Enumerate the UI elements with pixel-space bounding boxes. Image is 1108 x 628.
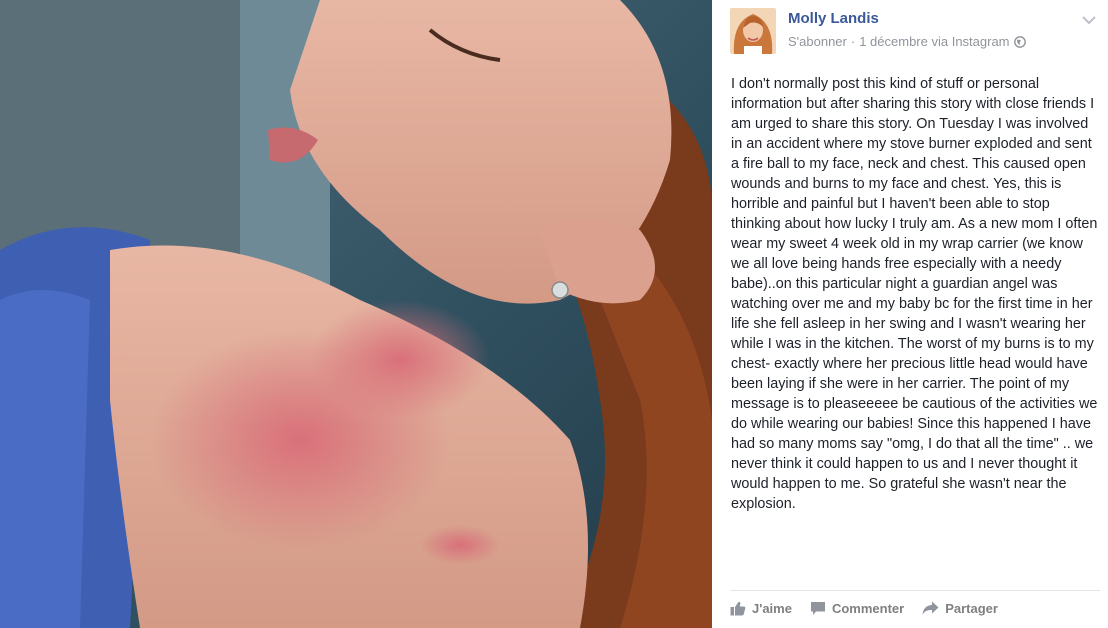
comment-label: Commenter	[831, 600, 905, 616]
post-text: I don't normally post this kind of stuff…	[731, 76, 1098, 512]
post-photo[interactable]	[0, 0, 712, 628]
post-timestamp[interactable]: 1 décembre via Instagram	[859, 34, 1009, 49]
like-button[interactable]: J'aime	[730, 601, 792, 616]
chevron-down-icon[interactable]	[1082, 12, 1096, 30]
like-label: J'aime	[752, 600, 792, 616]
meta-separator: ·	[850, 34, 856, 49]
share-arrow-icon	[922, 601, 939, 615]
divider	[730, 590, 1100, 591]
globe-icon	[1013, 36, 1026, 51]
thumbs-up-icon	[730, 601, 746, 616]
post-side-panel: Molly Landis S'abonner · 1 décembre via In…	[712, 0, 1108, 628]
share-button[interactable]: Partager	[922, 601, 998, 616]
author-name[interactable]: Molly Landis	[788, 10, 879, 27]
comment-bubble-icon	[810, 601, 826, 616]
share-label: Partager	[945, 600, 998, 616]
post-actions: J'aime Commenter Partager	[730, 598, 998, 618]
photo-image	[0, 0, 712, 628]
avatar[interactable]	[730, 8, 776, 54]
subscribe-link[interactable]: S'abonner	[788, 34, 847, 49]
post-meta: S'abonner · 1 décembre via Instagram	[788, 34, 1026, 51]
comment-button[interactable]: Commenter	[810, 601, 904, 616]
